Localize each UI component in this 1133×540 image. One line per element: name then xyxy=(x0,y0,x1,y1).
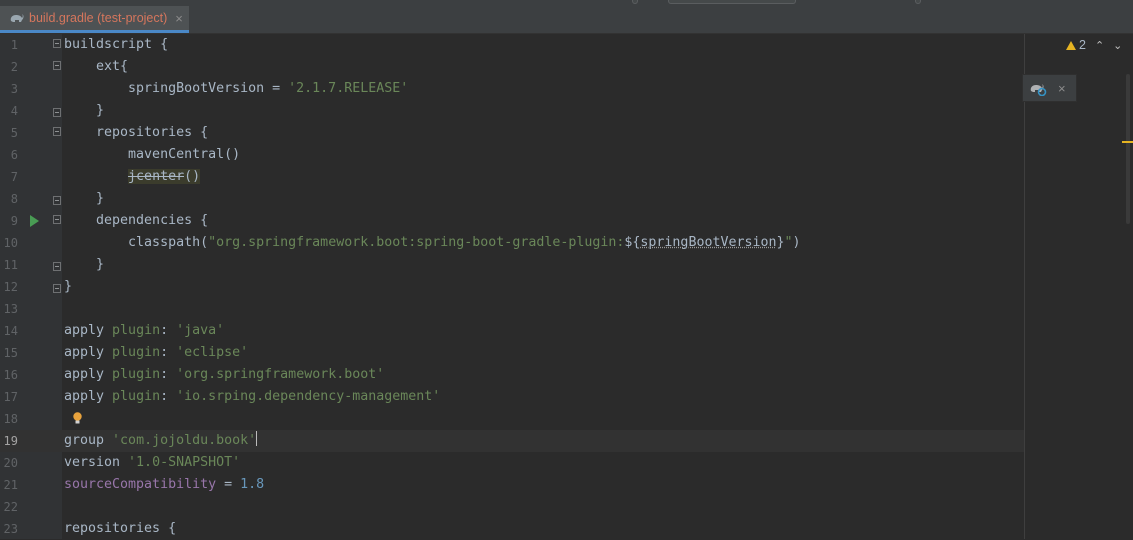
fold-marker-icon[interactable] xyxy=(53,108,61,117)
run-config-selector[interactable] xyxy=(668,0,796,4)
code-line[interactable]: 8 } xyxy=(0,188,1024,210)
code-line[interactable]: 20 version '1.0-SNAPSHOT' xyxy=(0,452,1024,474)
line-number: 15 xyxy=(3,346,18,360)
line-number: 20 xyxy=(3,456,18,470)
code-text: apply plugin: 'org.springframework.boot' xyxy=(64,367,385,382)
code-line[interactable]: 6 mavenCentral() xyxy=(0,144,1024,166)
gradle-reload-icon[interactable] xyxy=(1029,80,1047,96)
code-text: jcenter() xyxy=(128,169,201,184)
code-line[interactable]: 16 apply plugin: 'org.springframework.boo… xyxy=(0,364,1024,386)
code-text: apply plugin: 'io.srping.dependency-mana… xyxy=(64,389,441,404)
line-number: 10 xyxy=(3,236,18,250)
line-number: 13 xyxy=(3,302,18,316)
line-number: 23 xyxy=(3,522,18,536)
code-text: mavenCentral() xyxy=(64,147,241,162)
code-line[interactable]: 9 dependencies { xyxy=(0,210,1024,232)
code-text: } xyxy=(64,257,105,272)
popup-close-icon[interactable]: × xyxy=(1058,81,1066,96)
code-line[interactable]: 13 xyxy=(0,298,1024,320)
fold-marker-icon[interactable] xyxy=(53,127,61,136)
code-line[interactable]: 22 xyxy=(0,496,1024,518)
fold-marker-icon[interactable] xyxy=(53,284,61,293)
code-text: springBootVersion = '2.1.7.RELEASE' xyxy=(64,81,409,96)
code-line[interactable]: 23 repositories { xyxy=(0,518,1024,540)
warning-count: 2 xyxy=(1079,38,1086,52)
line-number: 9 xyxy=(10,214,18,228)
code-text: sourceCompatibility = 1.8 xyxy=(64,477,265,492)
line-number: 4 xyxy=(10,104,18,118)
line-number: 14 xyxy=(3,324,18,338)
line-number: 8 xyxy=(10,192,18,206)
code-text: } xyxy=(64,103,105,118)
right-margin-guide xyxy=(1024,34,1025,539)
code-line[interactable]: 18 xyxy=(0,408,1024,430)
fold-marker-icon[interactable] xyxy=(53,196,61,205)
code-text: } xyxy=(64,279,73,294)
editor-tab-bar: build.gradle (test-project) × xyxy=(0,6,1133,34)
code-line[interactable]: 3 springBootVersion = '2.1.7.RELEASE' xyxy=(0,78,1024,100)
intention-bulb-icon[interactable] xyxy=(72,412,83,424)
code-text: dependencies { xyxy=(64,213,209,228)
line-number: 19 xyxy=(3,434,18,448)
next-highlight-icon[interactable]: ⌄ xyxy=(1113,39,1122,52)
tab-title: build.gradle (test-project) xyxy=(29,11,168,25)
fold-marker-icon[interactable] xyxy=(53,61,61,70)
line-number: 18 xyxy=(3,412,18,426)
inspection-widget[interactable]: 2 ⌃ ⌄ xyxy=(1066,38,1122,52)
line-number: 11 xyxy=(3,258,18,272)
code-text: version '1.0-SNAPSHOT' xyxy=(64,455,241,470)
line-number: 6 xyxy=(10,148,18,162)
code-editor[interactable]: 1 buildscript {2 ext{3 springBootVersion … xyxy=(0,34,1133,539)
code-line[interactable]: 4 } xyxy=(0,100,1024,122)
code-line[interactable]: 19 group 'com.jojoldu.book' xyxy=(0,430,1024,452)
code-text: group 'com.jojoldu.book' xyxy=(64,431,258,448)
line-number: 7 xyxy=(10,170,18,184)
code-line[interactable]: 21 sourceCompatibility = 1.8 xyxy=(0,474,1024,496)
line-number: 12 xyxy=(3,280,18,294)
line-number: 17 xyxy=(3,390,18,404)
code-text: repositories { xyxy=(64,521,177,536)
fold-marker-icon[interactable] xyxy=(53,39,61,48)
code-line[interactable]: 12} xyxy=(0,276,1024,298)
gradle-load-changes-popup: × xyxy=(1022,74,1077,102)
line-number: 16 xyxy=(3,368,18,382)
run-gutter-icon[interactable] xyxy=(30,215,39,227)
code-text: repositories { xyxy=(64,125,209,140)
vertical-scrollbar[interactable] xyxy=(1126,74,1130,224)
line-number: 22 xyxy=(3,500,18,514)
code-line[interactable]: 17 apply plugin: 'io.srping.dependency-ma… xyxy=(0,386,1024,408)
toolbar-separator xyxy=(915,0,921,4)
line-number: 2 xyxy=(10,60,18,74)
tab-build-gradle[interactable]: build.gradle (test-project) × xyxy=(0,6,189,33)
code-text: buildscript { xyxy=(64,37,169,52)
fold-marker-icon[interactable] xyxy=(53,262,61,271)
warning-stripe-marker[interactable] xyxy=(1122,141,1133,143)
previous-highlight-icon[interactable]: ⌃ xyxy=(1095,39,1104,52)
code-text: classpath("org.springframework.boot:spri… xyxy=(64,235,801,250)
line-number: 5 xyxy=(10,126,18,140)
code-line[interactable]: 2 ext{ xyxy=(0,56,1024,78)
fold-marker-icon[interactable] xyxy=(53,215,61,224)
warning-icon xyxy=(1066,40,1076,50)
code-text: } xyxy=(64,191,105,206)
code-line[interactable]: 10 classpath("org.springframework.boot:s… xyxy=(0,232,1024,254)
line-number: 1 xyxy=(10,38,18,52)
text-caret xyxy=(256,431,258,446)
code-line[interactable]: 1 buildscript { xyxy=(0,34,1024,56)
gradle-elephant-icon xyxy=(10,14,24,22)
code-text: apply plugin: 'eclipse' xyxy=(64,345,249,360)
code-text: ext{ xyxy=(64,59,129,74)
code-line[interactable]: 11 } xyxy=(0,254,1024,276)
toolbar-separator xyxy=(632,0,638,4)
code-line[interactable]: 14 apply plugin: 'java' xyxy=(0,320,1024,342)
code-text: apply plugin: 'java' xyxy=(64,323,225,338)
code-line[interactable]: 5 repositories { xyxy=(0,122,1024,144)
code-line[interactable]: 7 jcenter() xyxy=(0,166,1024,188)
line-number: 21 xyxy=(3,478,18,492)
line-number: 3 xyxy=(10,82,18,96)
code-line[interactable]: 15 apply plugin: 'eclipse' xyxy=(0,342,1024,364)
tab-close-icon[interactable]: × xyxy=(175,11,183,26)
